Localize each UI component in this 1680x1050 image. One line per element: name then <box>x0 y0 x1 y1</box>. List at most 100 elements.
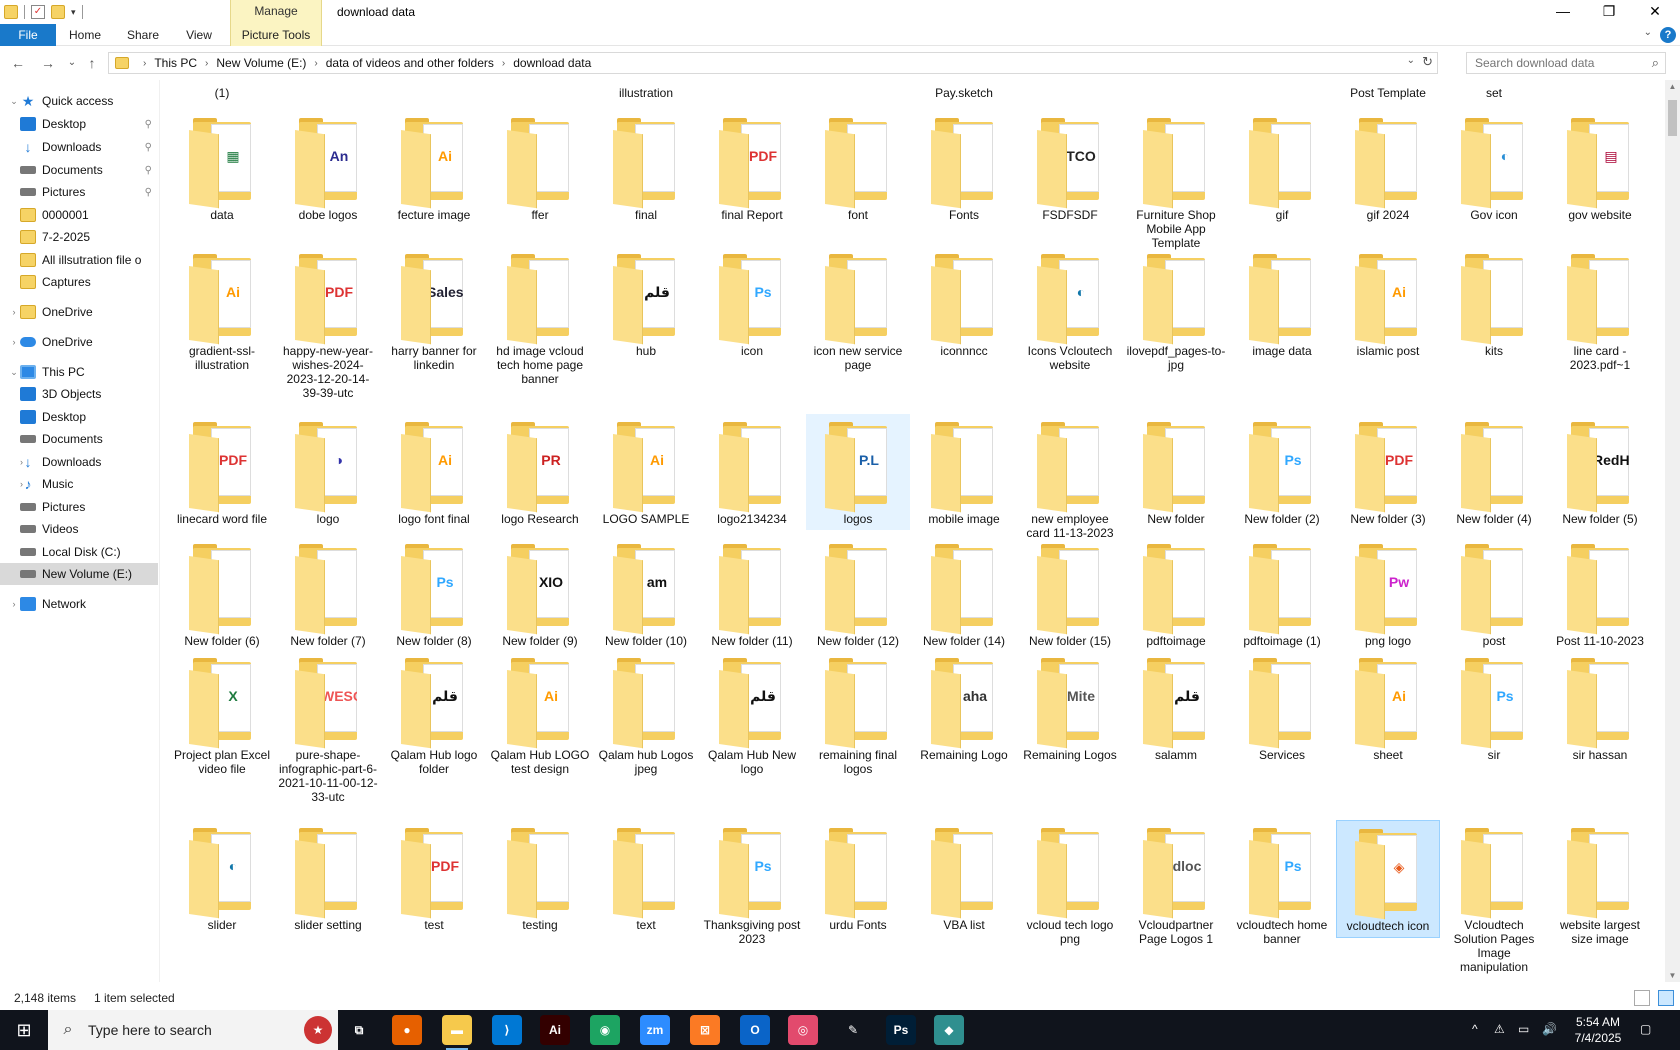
scroll-down-icon[interactable]: ▼ <box>1665 971 1680 980</box>
folder-item[interactable]: logo2134234 <box>700 414 804 530</box>
folder-item[interactable]: PDF final Report <box>700 110 804 226</box>
folder-item[interactable]: dloc Vcloudpartner Page Logos 1 <box>1124 820 1228 950</box>
sidebar-item[interactable]: Pictures ⚲ <box>0 181 158 203</box>
folder-item[interactable]: Services <box>1230 650 1334 766</box>
sidebar-item[interactable]: ›Local Disk (C:) <box>0 541 158 563</box>
folder-item[interactable]: website largest size image <box>1548 820 1652 950</box>
folder-item[interactable]: font <box>806 110 910 226</box>
folder-item[interactable]: pdftoimage <box>1124 536 1228 652</box>
folder-item[interactable]: RedH New folder (5) <box>1548 414 1652 530</box>
tab-file[interactable]: File <box>0 24 56 46</box>
folder-item[interactable]: X Project plan Excel video file <box>170 650 274 780</box>
sidebar-item[interactable]: ⌄ ★ Quick access <box>0 90 158 112</box>
folder-item[interactable]: New folder (15) <box>1018 536 1122 652</box>
folder-item[interactable]: PDF linecard word file <box>170 414 274 530</box>
folder-item[interactable]: New folder (4) <box>1442 414 1546 530</box>
outlook-icon[interactable]: O <box>740 1015 770 1045</box>
search-icon[interactable]: ⌕ <box>1652 55 1659 71</box>
folder-item[interactable]: line card - 2023.pdf~1 <box>1548 246 1652 376</box>
breadcrumb-separator-icon[interactable]: › <box>205 58 208 69</box>
expand-ribbon-chevron-icon[interactable]: ⌄ <box>1644 27 1652 38</box>
tab-home[interactable]: Home <box>60 24 110 46</box>
vscode-icon[interactable]: ⟩ <box>492 1015 522 1045</box>
photoshop-icon[interactable]: Ps <box>886 1015 916 1045</box>
forward-button[interactable]: → <box>38 54 58 72</box>
vertical-scrollbar[interactable]: ▲ ▼ <box>1665 80 1680 982</box>
folder-item[interactable]: قلم Qalam Hub New logo <box>700 650 804 780</box>
sidebar-item[interactable]: ›Pictures <box>0 496 158 518</box>
sidebar-item[interactable]: › OneDrive <box>0 331 158 353</box>
sidebar-item[interactable]: › ↓ Downloads <box>0 451 158 473</box>
refresh-icon[interactable]: ↻ <box>1422 54 1433 70</box>
tray-alert-icon[interactable]: ⚠ <box>1494 1022 1505 1036</box>
folder-item[interactable]: Qalam hub Logos jpeg <box>594 650 698 780</box>
sidebar-item[interactable]: Captures <box>0 271 158 293</box>
folder-item[interactable]: ilovepdf_pages-to-jpg <box>1124 246 1228 376</box>
tab-picture-tools[interactable]: Picture Tools <box>230 24 322 46</box>
folder-item[interactable]: New folder (7) <box>276 536 380 652</box>
folder-item[interactable]: TCO FSDFSDF <box>1018 110 1122 226</box>
close-button[interactable]: ✕ <box>1632 0 1678 24</box>
sidebar-item[interactable]: ›New Volume (E:) <box>0 563 158 585</box>
breadcrumb-download-data[interactable]: download data <box>513 56 591 70</box>
sidebar-item[interactable]: 7-2-2025 <box>0 226 158 248</box>
folder-item[interactable]: Ps sir <box>1442 650 1546 766</box>
folder-item[interactable]: gif <box>1230 110 1334 226</box>
folder-icon[interactable] <box>4 5 18 19</box>
taskbar-search-placeholder[interactable]: Type here to search <box>88 1022 212 1038</box>
folder-item[interactable]: Pw png logo <box>1336 536 1440 652</box>
folder-item[interactable]: PDF happy-new-year-wishes-2024-2023-12-20… <box>276 246 380 404</box>
tab-view[interactable]: View <box>174 24 224 46</box>
folder-item[interactable]: PDF New folder (3) <box>1336 414 1440 530</box>
folder-item[interactable]: post <box>1442 536 1546 652</box>
sidebar-item[interactable]: › ♪ Music <box>0 473 158 495</box>
network-tray-icon[interactable]: ▭ <box>1518 1022 1529 1036</box>
folder-item[interactable]: New folder <box>1124 414 1228 530</box>
back-button[interactable]: ← <box>8 54 28 72</box>
sidebar-item[interactable]: Desktop ⚲ <box>0 113 158 135</box>
folder-item[interactable]: ◑ logo <box>276 414 380 530</box>
folder-item[interactable]: mobile image <box>912 414 1016 530</box>
folder-item[interactable]: New folder (6) <box>170 536 274 652</box>
folder-item[interactable]: New folder (12) <box>806 536 910 652</box>
folder-item[interactable]: Ai LOGO SAMPLE <box>594 414 698 530</box>
folder-item[interactable]: Ai logo font final <box>382 414 486 530</box>
folder-item[interactable]: P.L logos <box>806 414 910 530</box>
folder-item[interactable]: PR logo Research <box>488 414 592 530</box>
expand-chevron-icon[interactable]: › <box>8 599 20 609</box>
minimize-button[interactable]: — <box>1540 0 1586 24</box>
maximize-button[interactable]: ❐ <box>1586 0 1632 24</box>
chrome-icon[interactable]: ◉ <box>590 1015 620 1045</box>
manage-tab[interactable]: Manage <box>230 0 322 24</box>
folder-item[interactable]: Furniture Shop Mobile App Template <box>1124 110 1228 254</box>
clock[interactable]: 5:54 AM 7/4/2025 <box>1570 1014 1626 1046</box>
folder-item[interactable]: XIO New folder (9) <box>488 536 592 652</box>
windows-start-icon[interactable]: ⊞ <box>0 1010 48 1050</box>
folder-item[interactable]: gif 2024 <box>1336 110 1440 226</box>
folder-item[interactable]: VBA list <box>912 820 1016 936</box>
folder-item[interactable]: ◐ Gov icon <box>1442 110 1546 226</box>
breadcrumb-separator-icon[interactable]: › <box>502 58 505 69</box>
large-icons-view-icon[interactable] <box>1658 990 1674 1006</box>
up-button[interactable]: ↑ <box>82 54 102 72</box>
taskbar-search[interactable]: ⌕ Type here to search ★ <box>48 1010 338 1050</box>
illustrator-icon[interactable]: Ai <box>540 1015 570 1045</box>
folder-item[interactable]: An dobe logos <box>276 110 380 226</box>
folder-item[interactable]: urdu Fonts <box>806 820 910 936</box>
sidebar-item[interactable]: › Network <box>0 593 158 615</box>
pen-tool-icon[interactable]: ✎ <box>838 1015 868 1045</box>
breadcrumb-separator-icon[interactable]: › <box>314 58 317 69</box>
breadcrumb-new-volume[interactable]: New Volume (E:) <box>216 56 306 70</box>
folder-item[interactable]: remaining final logos <box>806 650 910 780</box>
breadcrumb-data-of-videos[interactable]: data of videos and other folders <box>326 56 494 70</box>
file-explorer-icon[interactable]: ▬ <box>442 1015 472 1050</box>
folder-item[interactable]: ffer <box>488 110 592 226</box>
sidebar-item[interactable]: Documents ⚲ <box>0 159 158 181</box>
sidebar-item[interactable]: ⌄ This PC <box>0 361 158 383</box>
folder-item[interactable]: Sales harry banner for linkedin <box>382 246 486 376</box>
folder-item[interactable]: قلم salamm <box>1124 650 1228 766</box>
folder-item[interactable]: ▦ data <box>170 110 274 226</box>
folder-item[interactable]: ◈ vcloudtech icon <box>1336 820 1440 938</box>
folder-item[interactable]: kits <box>1442 246 1546 362</box>
details-view-icon[interactable] <box>1634 990 1650 1006</box>
